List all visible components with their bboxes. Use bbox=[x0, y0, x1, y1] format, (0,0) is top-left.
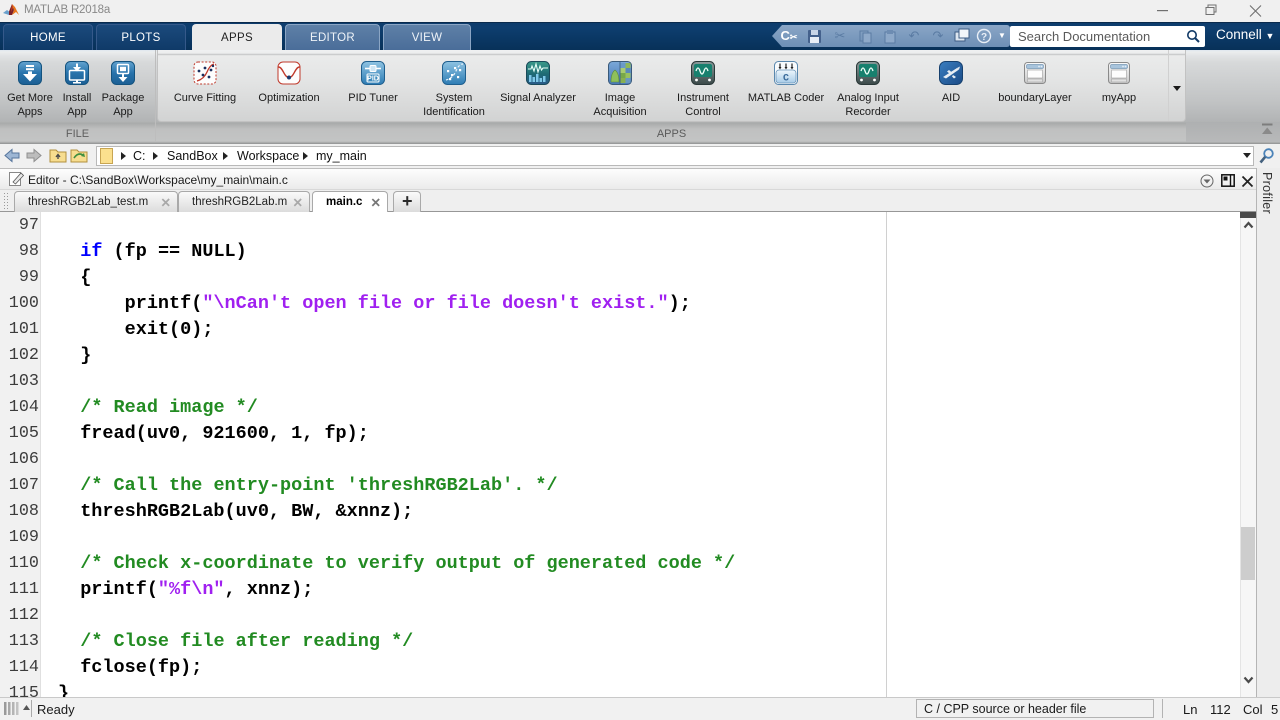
svg-text:C: C bbox=[783, 74, 789, 85]
svg-text:PID: PID bbox=[367, 76, 379, 83]
svg-text:?: ? bbox=[981, 32, 987, 43]
